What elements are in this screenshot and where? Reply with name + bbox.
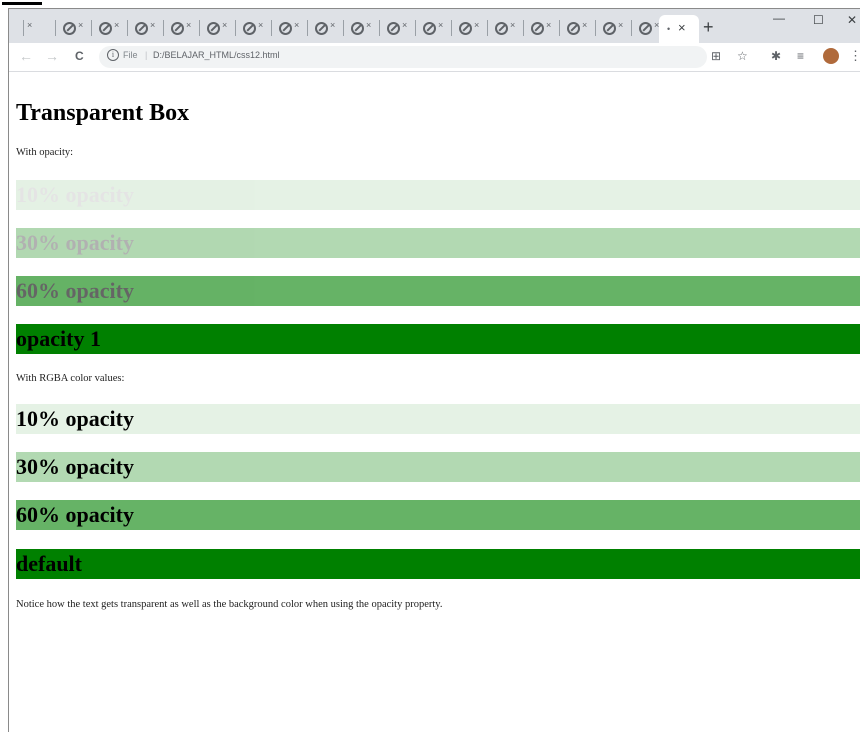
tab-separator: [523, 20, 524, 36]
forward-button[interactable]: →: [45, 48, 59, 64]
active-tab[interactable]: • ×: [659, 15, 699, 43]
tab-close-icon[interactable]: ×: [366, 20, 371, 30]
globe-icon: [495, 22, 508, 35]
new-tab-button[interactable]: +: [703, 18, 714, 36]
tab-close-icon[interactable]: ×: [150, 20, 155, 30]
tab-separator: [559, 20, 560, 36]
minimize-button[interactable]: —: [773, 11, 785, 25]
tab-separator: [595, 20, 596, 36]
rgba-box-label: 60% opacity: [16, 502, 134, 527]
tab-separator: [127, 20, 128, 36]
globe-icon: [387, 22, 400, 35]
globe-icon: [243, 22, 256, 35]
tab-close-icon[interactable]: ×: [546, 20, 551, 30]
opacity-box-100: opacity 1: [16, 324, 860, 354]
tab-close-icon[interactable]: ×: [27, 20, 32, 30]
extension-icon[interactable]: ✱: [771, 49, 781, 63]
page-content: Transparent Box With opacity: 10% opacit…: [9, 72, 860, 732]
rgba-box-label: 10% opacity: [16, 406, 134, 431]
opacity-intro: With opacity:: [16, 147, 74, 158]
globe-icon: [171, 22, 184, 35]
tab-separator: [307, 20, 308, 36]
tab-close-icon[interactable]: ×: [330, 20, 335, 30]
more-icon[interactable]: ⋮: [849, 48, 860, 64]
tab-close-icon[interactable]: ×: [78, 20, 83, 30]
opacity-box-10: 10% opacity: [16, 180, 860, 210]
maximize-button[interactable]: ☐: [813, 13, 824, 27]
url-text[interactable]: D:/BELAJAR_HTML/css12.html: [153, 50, 280, 60]
tab-close-icon[interactable]: ×: [294, 20, 299, 30]
avatar[interactable]: [823, 48, 839, 64]
globe-icon: [639, 22, 652, 35]
reload-button[interactable]: C: [75, 49, 84, 63]
tab-close-icon[interactable]: ×: [222, 20, 227, 30]
tab-separator: [23, 20, 24, 36]
translate-icon[interactable]: ⊞: [711, 49, 721, 63]
opacity-box-60: 60% opacity: [16, 276, 860, 306]
globe-icon: [531, 22, 544, 35]
tab-separator: [379, 20, 380, 36]
tab-close-icon[interactable]: ×: [402, 20, 407, 30]
rgba-intro: With RGBA color values:: [16, 373, 125, 384]
tab-close-icon[interactable]: ×: [510, 20, 515, 30]
globe-icon: [603, 22, 616, 35]
globe-icon: [135, 22, 148, 35]
opacity-box-30: 30% opacity: [16, 228, 860, 258]
note-text: Notice how the text gets transparent as …: [16, 599, 443, 610]
back-button[interactable]: ←: [19, 48, 33, 64]
tab-strip: × × × × × × × × × × × × × × × × × × • × + — ☐ ✕: [9, 9, 860, 43]
tab-separator: [451, 20, 452, 36]
tab-separator: [631, 20, 632, 36]
tab-close-icon[interactable]: ×: [186, 20, 191, 30]
tab-separator: [55, 20, 56, 36]
globe-icon: [351, 22, 364, 35]
rgba-box-label: default: [16, 551, 82, 576]
corner-mark: [0, 0, 44, 8]
star-icon[interactable]: ☆: [737, 49, 748, 63]
info-icon[interactable]: i: [107, 49, 119, 61]
globe-icon: [279, 22, 292, 35]
tab-close-icon[interactable]: ×: [678, 20, 686, 35]
tab-separator: [415, 20, 416, 36]
close-window-button[interactable]: ✕: [847, 13, 857, 27]
rgba-box-60: 60% opacity: [16, 500, 860, 530]
tab-close-icon[interactable]: ×: [582, 20, 587, 30]
opacity-box-label: 10% opacity: [16, 182, 134, 207]
tab-separator: [163, 20, 164, 36]
media-icon[interactable]: ≡: [797, 49, 804, 63]
opacity-box-label: opacity 1: [16, 326, 101, 351]
opacity-box-label: 30% opacity: [16, 230, 134, 255]
rgba-box-default: default: [16, 549, 860, 579]
tab-separator: [91, 20, 92, 36]
tab-close-icon[interactable]: ×: [438, 20, 443, 30]
url-scheme: File: [123, 50, 138, 60]
address-bar[interactable]: i File | D:/BELAJAR_HTML/css12.html: [99, 46, 707, 68]
tab-close-icon[interactable]: ×: [114, 20, 119, 30]
tab-separator: [199, 20, 200, 36]
tab-favicon-icon: •: [667, 24, 671, 34]
rgba-box-label: 30% opacity: [16, 454, 134, 479]
rgba-box-30: 30% opacity: [16, 452, 860, 482]
globe-icon: [207, 22, 220, 35]
tab-separator: [343, 20, 344, 36]
globe-icon: [459, 22, 472, 35]
globe-icon: [423, 22, 436, 35]
globe-icon: [315, 22, 328, 35]
tab-separator: [487, 20, 488, 36]
opacity-box-label: 60% opacity: [16, 278, 134, 303]
globe-icon: [63, 22, 76, 35]
browser-window: × × × × × × × × × × × × × × × × × × • × + — ☐ ✕ ← → C i F…: [8, 8, 860, 732]
tab-close-icon[interactable]: ×: [258, 20, 263, 30]
tab-separator: [271, 20, 272, 36]
tab-close-icon[interactable]: ×: [474, 20, 479, 30]
tab-separator: [235, 20, 236, 36]
globe-icon: [567, 22, 580, 35]
browser-toolbar: ← → C i File | D:/BELAJAR_HTML/css12.htm…: [9, 43, 860, 72]
url-separator: |: [145, 50, 148, 60]
rgba-box-10: 10% opacity: [16, 404, 860, 434]
tab-close-icon[interactable]: ×: [618, 20, 623, 30]
globe-icon: [99, 22, 112, 35]
page-title: Transparent Box: [16, 100, 190, 126]
